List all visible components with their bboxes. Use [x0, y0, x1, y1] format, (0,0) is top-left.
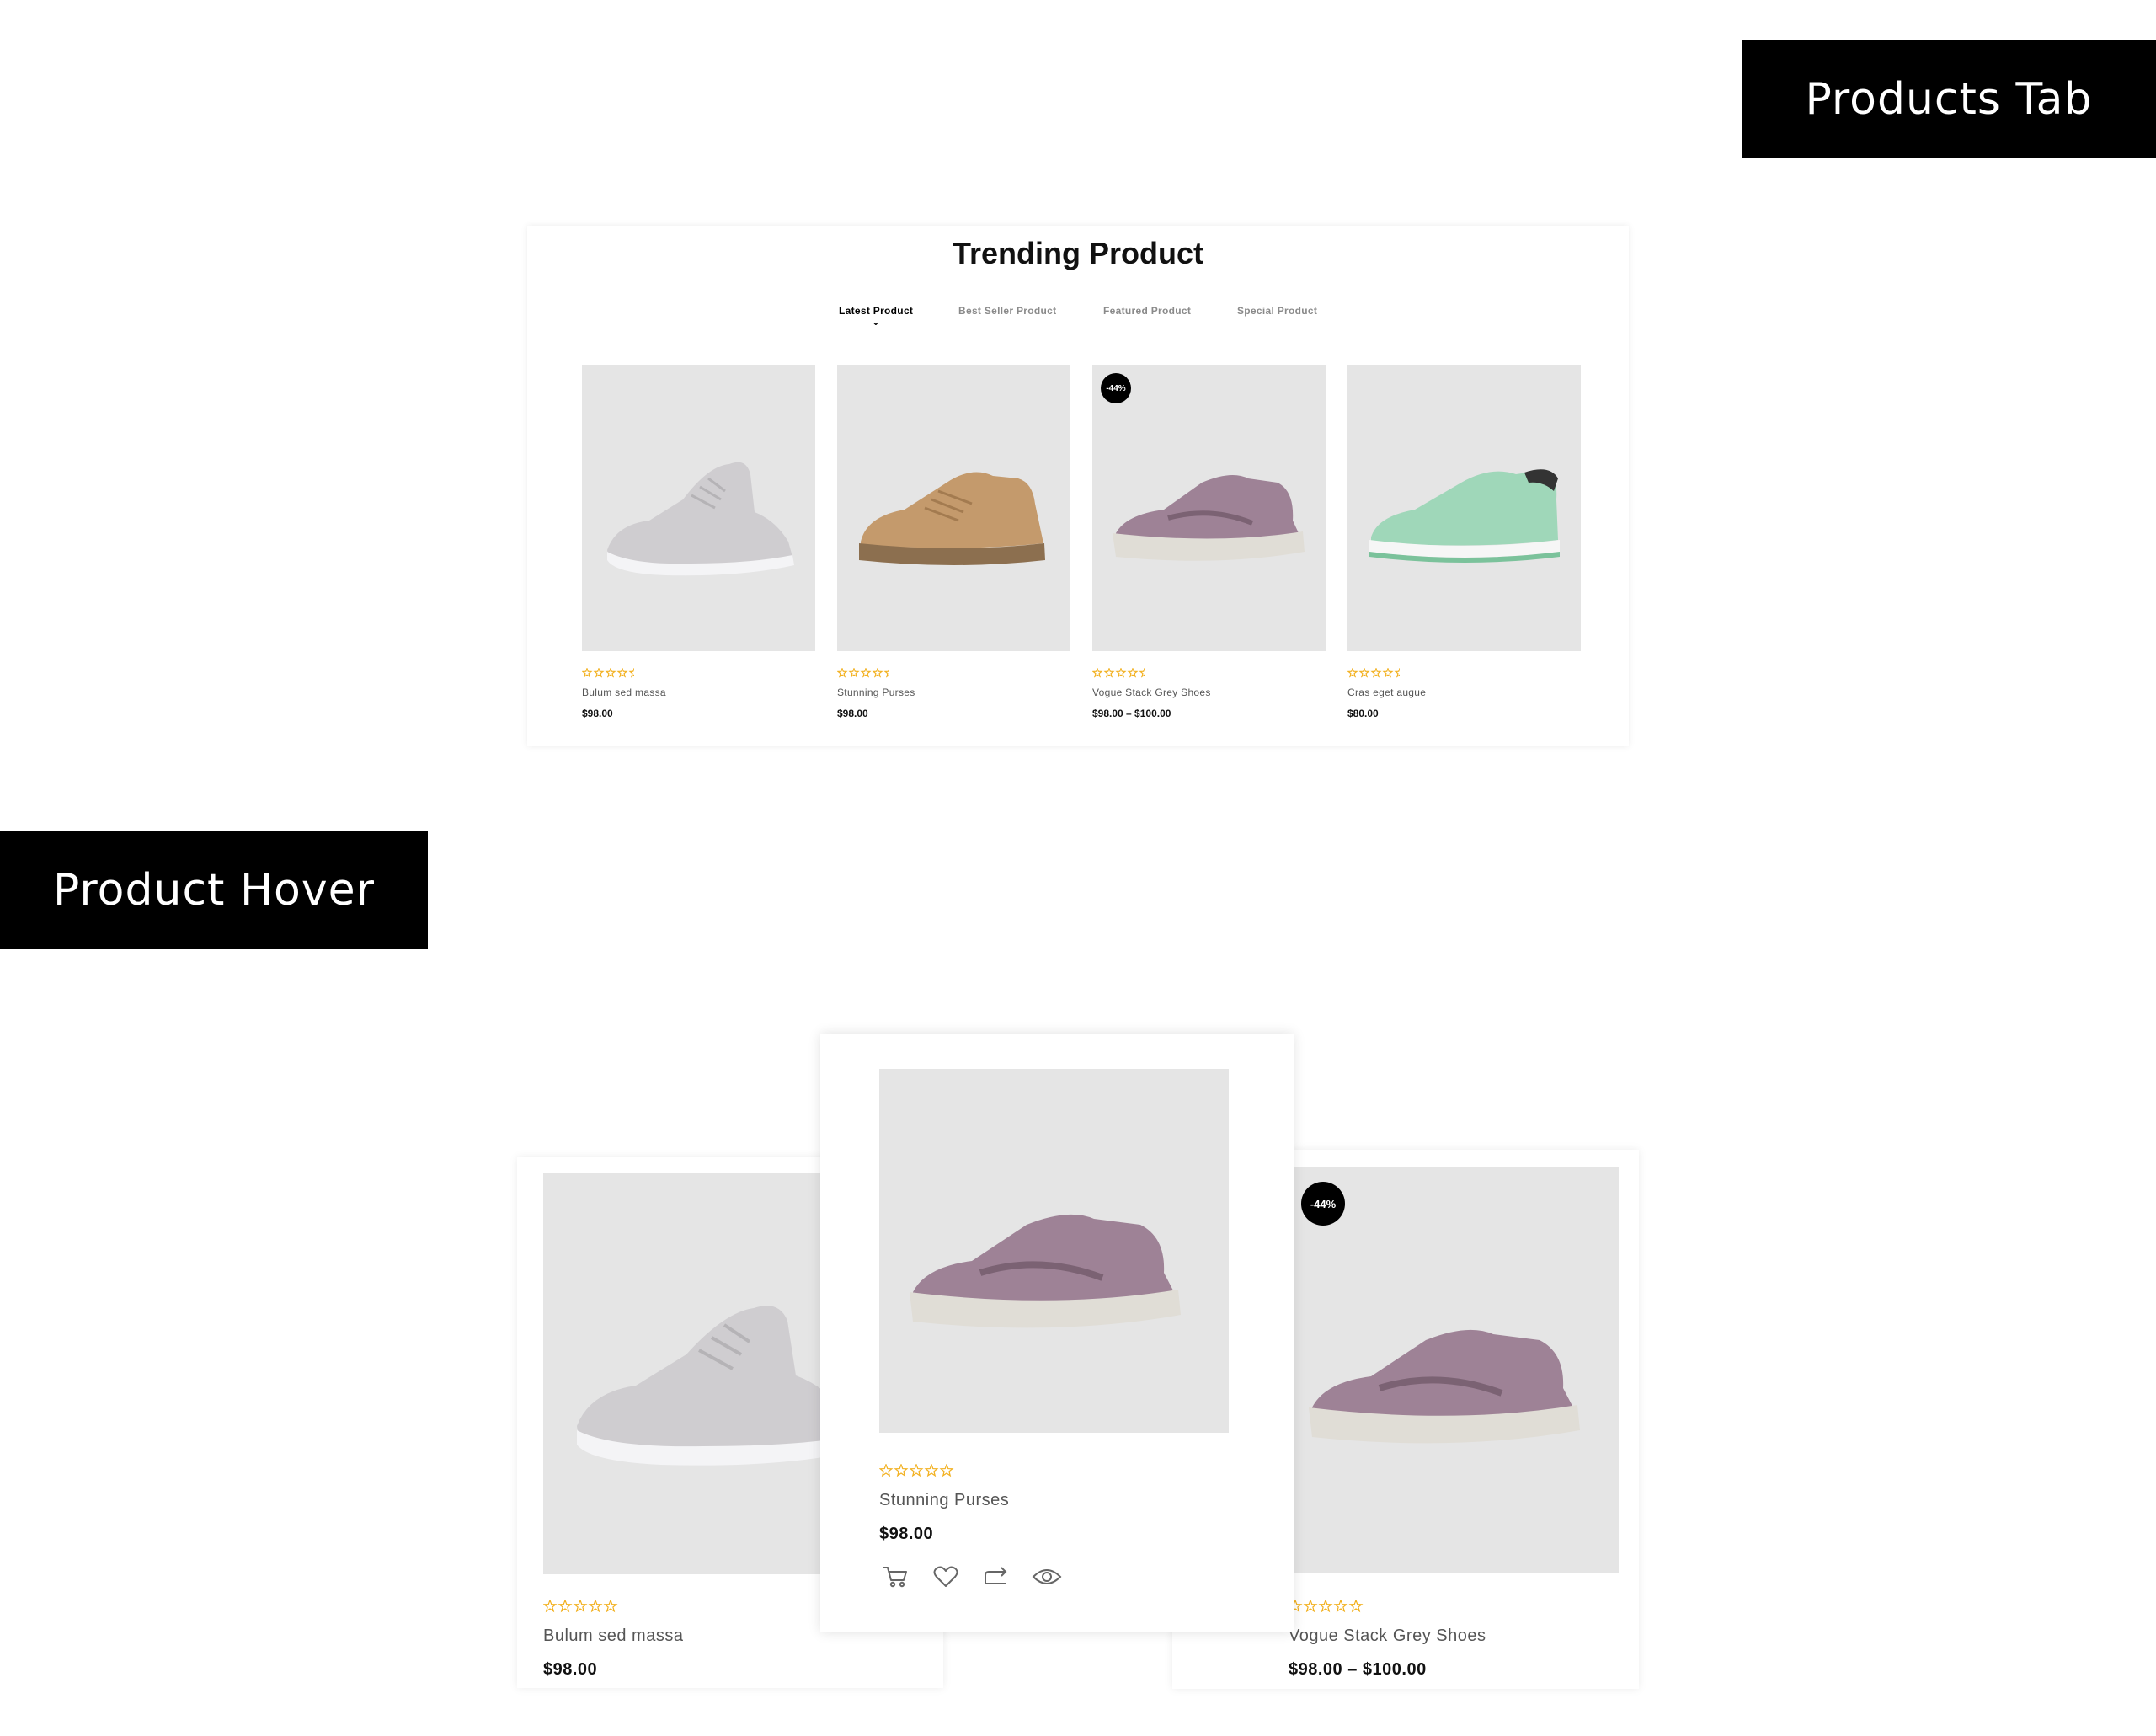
product-price: $98.00	[837, 708, 868, 719]
product-actions	[879, 1564, 1063, 1589]
product-price: $98.00	[879, 1525, 934, 1543]
star-icon	[1139, 668, 1145, 678]
star-icon	[1348, 668, 1358, 678]
star-icon	[558, 1600, 573, 1613]
star-icon	[1303, 1600, 1318, 1613]
star-icon	[1092, 668, 1103, 678]
star-icon	[860, 668, 872, 678]
star-icon	[582, 668, 593, 678]
product-price: $98.00	[543, 1660, 598, 1679]
star-icon	[588, 1600, 603, 1613]
compare-icon	[985, 1567, 1007, 1584]
mauve-sneaker-image	[910, 1214, 1181, 1328]
star-icon	[1127, 668, 1139, 678]
tab-featured-product[interactable]: Featured Product	[1103, 305, 1191, 317]
star-icon	[1318, 1600, 1333, 1613]
product-image[interactable]	[1287, 1167, 1619, 1573]
star-icon	[593, 668, 605, 678]
star-icon	[616, 668, 628, 678]
discount-badge: -44%	[1101, 373, 1131, 403]
quick-view-button[interactable]	[1031, 1564, 1063, 1589]
product-name[interactable]: Vogue Stack Grey Shoes	[1092, 686, 1326, 698]
product-name[interactable]: Bulum sed massa	[582, 686, 815, 698]
star-icon	[939, 1464, 954, 1477]
product-price: $98.00 – $100.00	[1289, 1660, 1427, 1679]
rating-stars	[1092, 668, 1326, 678]
star-icon	[924, 1464, 939, 1477]
mauve-sneaker-image	[1309, 1329, 1580, 1444]
heart-icon	[933, 1566, 958, 1587]
star-icon	[1370, 668, 1382, 678]
tab-label: Latest Product	[839, 305, 914, 317]
star-icon	[605, 668, 616, 678]
star-icon	[848, 668, 860, 678]
product-image[interactable]	[837, 365, 1070, 651]
rating-stars	[543, 1600, 619, 1613]
rating-stars	[582, 668, 815, 678]
product-image[interactable]	[582, 365, 815, 651]
star-icon	[1333, 1600, 1348, 1613]
product-name[interactable]: Vogue Stack Grey Shoes	[1289, 1626, 1486, 1646]
product-name[interactable]: Bulum sed massa	[543, 1626, 683, 1646]
star-icon	[837, 668, 848, 678]
tab-label: Best Seller Product	[958, 305, 1057, 317]
star-icon	[1115, 668, 1127, 678]
star-icon	[1348, 1600, 1364, 1613]
product-price: $80.00	[1348, 708, 1379, 719]
star-icon	[1103, 668, 1115, 678]
star-icon	[603, 1600, 618, 1613]
banner-label: Products Tab	[1805, 73, 2093, 125]
compare-button[interactable]	[980, 1564, 1012, 1589]
product-card[interactable]: -44% Vogue Stack Grey Shoes $98.00 – $10…	[1092, 365, 1326, 719]
tab-label: Featured Product	[1103, 305, 1192, 317]
star-icon	[1358, 668, 1370, 678]
add-to-cart-button[interactable]	[879, 1564, 911, 1589]
banner-label: Product Hover	[52, 864, 376, 916]
star-icon	[879, 1464, 894, 1477]
rating-stars	[1289, 1600, 1364, 1613]
mint-sneaker-image	[1369, 469, 1560, 563]
star-icon	[883, 668, 889, 678]
mauve-sneaker-image	[1113, 475, 1305, 561]
star-icon	[894, 1464, 909, 1477]
chevron-down-icon: ⌄	[871, 316, 881, 328]
product-card[interactable]: Cras eget augue $80.00	[1348, 365, 1581, 719]
rating-stars	[837, 668, 1070, 678]
star-icon	[1394, 668, 1400, 678]
product-name[interactable]: Stunning Purses	[879, 1491, 1009, 1510]
tab-latest-product[interactable]: Latest Product ⌄	[839, 305, 914, 327]
tab-label: Special Product	[1237, 305, 1318, 317]
product-image[interactable]	[1348, 365, 1581, 651]
trending-products-panel: Trending Product Latest Product ⌄ Best S…	[527, 226, 1629, 746]
product-card[interactable]: Stunning Purses $98.00	[837, 365, 1070, 719]
product-card[interactable]: Bulum sed massa $98.00	[582, 365, 815, 719]
star-icon	[872, 668, 883, 678]
wishlist-button[interactable]	[930, 1564, 962, 1589]
product-card-hovered[interactable]: Stunning Purses $98.00	[820, 1034, 1294, 1632]
tab-best-seller-product[interactable]: Best Seller Product	[958, 305, 1056, 317]
product-name[interactable]: Stunning Purses	[837, 686, 1070, 698]
products-tab-banner: Products Tab	[1742, 40, 2156, 158]
product-tabs: Latest Product ⌄ Best Seller Product Fea…	[527, 305, 1629, 330]
tab-special-product[interactable]: Special Product	[1237, 305, 1317, 317]
product-name[interactable]: Cras eget augue	[1348, 686, 1581, 698]
product-image[interactable]: -44%	[1092, 365, 1326, 651]
discount-badge: -44%	[1301, 1182, 1345, 1226]
star-icon	[543, 1600, 558, 1613]
product-hover-banner: Product Hover	[0, 831, 428, 949]
white-sneaker-image	[607, 462, 794, 576]
product-image[interactable]	[879, 1069, 1229, 1433]
eye-icon	[1032, 1569, 1062, 1584]
tan-sneaker-image	[859, 472, 1045, 565]
cart-icon	[883, 1567, 907, 1588]
star-icon	[909, 1464, 924, 1477]
star-icon	[628, 668, 634, 678]
star-icon	[1382, 668, 1394, 678]
product-price: $98.00	[582, 708, 613, 719]
rating-stars	[879, 1464, 955, 1477]
star-icon	[573, 1600, 588, 1613]
product-price: $98.00 – $100.00	[1092, 708, 1171, 719]
section-title: Trending Product	[952, 236, 1203, 270]
rating-stars	[1348, 668, 1581, 678]
